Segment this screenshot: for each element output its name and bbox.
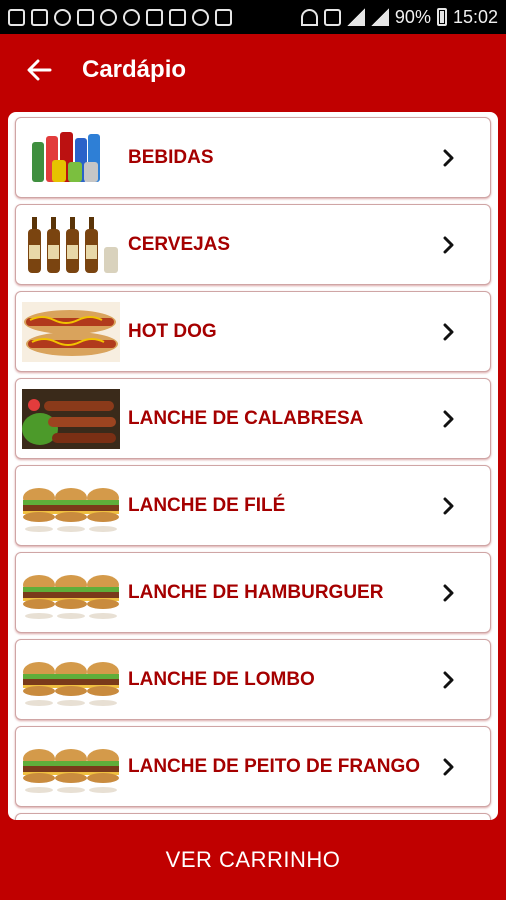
beer-bottles-photo [22,215,120,275]
gallery-icon [146,8,163,26]
message-icon [8,8,25,26]
signal-secondary-icon [370,8,389,26]
hot-dog-photo [22,301,120,362]
image-icon [77,8,94,26]
menu-item-label: LANCHE DE LOMBO [128,668,315,690]
menu-item-card[interactable]: BEBIDAS [15,117,491,198]
menu-item-card[interactable]: LANCHE DE FILÉ [15,465,491,546]
menu-item-card[interactable]: HOT DOG [15,291,491,372]
notification-icons [8,8,232,26]
chevron-right-icon [434,317,464,347]
sandwiches-photo [22,476,120,536]
sync-icon [123,8,140,26]
sausage-skewers-photo [22,388,120,449]
menu-item-label: LANCHE DE CALABRESA [128,407,364,429]
menu-item-card-partial[interactable] [15,813,491,820]
menu-list-container: BEBIDAS CERVEJAS HOT DOG LANCHE DE CALABRES… [8,112,498,820]
sandwiches-photo [22,737,120,797]
app-icon [169,8,186,26]
menu-list: BEBIDAS CERVEJAS HOT DOG LANCHE DE CALABRES… [8,112,498,820]
chevron-right-icon [434,491,464,521]
mail-icon [215,8,232,26]
whatsapp-icon [100,8,117,26]
chevron-right-icon [434,404,464,434]
eye-icon [54,8,71,26]
page-title: Cardápio [82,56,187,83]
system-icons: 90% 15:02 [300,6,498,28]
menu-item-label: LANCHE DE FILÉ [128,494,286,516]
battery-percent: 90% [394,6,431,27]
menu-item-card[interactable]: LANCHE DE LOMBO [15,639,491,720]
status-bar: 90% 15:02 [0,0,506,34]
arrow-left-icon [27,59,52,81]
battery-icon [436,8,447,26]
view-cart-label: VER CARRINHO [165,847,341,872]
menu-item-card[interactable]: LANCHE DE HAMBURGUER [15,552,491,633]
chevron-right-icon [434,752,464,782]
beverages-photo [22,128,120,188]
at-icon [192,8,209,26]
sandwiches-photo [22,563,120,623]
view-cart-button[interactable]: VER CARRINHO [0,820,506,900]
menu-item-card[interactable]: CERVEJAS [15,204,491,285]
back-button[interactable] [13,44,65,96]
menu-item-card[interactable]: LANCHE DE CALABRESA [15,378,491,459]
chevron-right-icon [434,665,464,695]
menu-item-label: HOT DOG [128,320,217,342]
facebook-icon [31,8,48,26]
chevron-right-icon [434,143,464,173]
signal-icon [346,8,365,26]
wifi-icon [300,8,318,26]
chevron-right-icon [434,230,464,260]
menu-item-card[interactable]: LANCHE DE PEITO DE FRANGO [15,726,491,807]
cast-icon [323,8,341,26]
chevron-right-icon [434,578,464,608]
menu-item-label: CERVEJAS [128,233,231,255]
app-bar: Cardápio [0,34,506,106]
sandwiches-photo [22,650,120,710]
menu-item-label: LANCHE DE PEITO DE FRANGO [128,755,421,777]
menu-item-label: LANCHE DE HAMBURGUER [128,581,384,603]
menu-item-label: BEBIDAS [128,146,214,168]
clock: 15:02 [452,6,498,27]
